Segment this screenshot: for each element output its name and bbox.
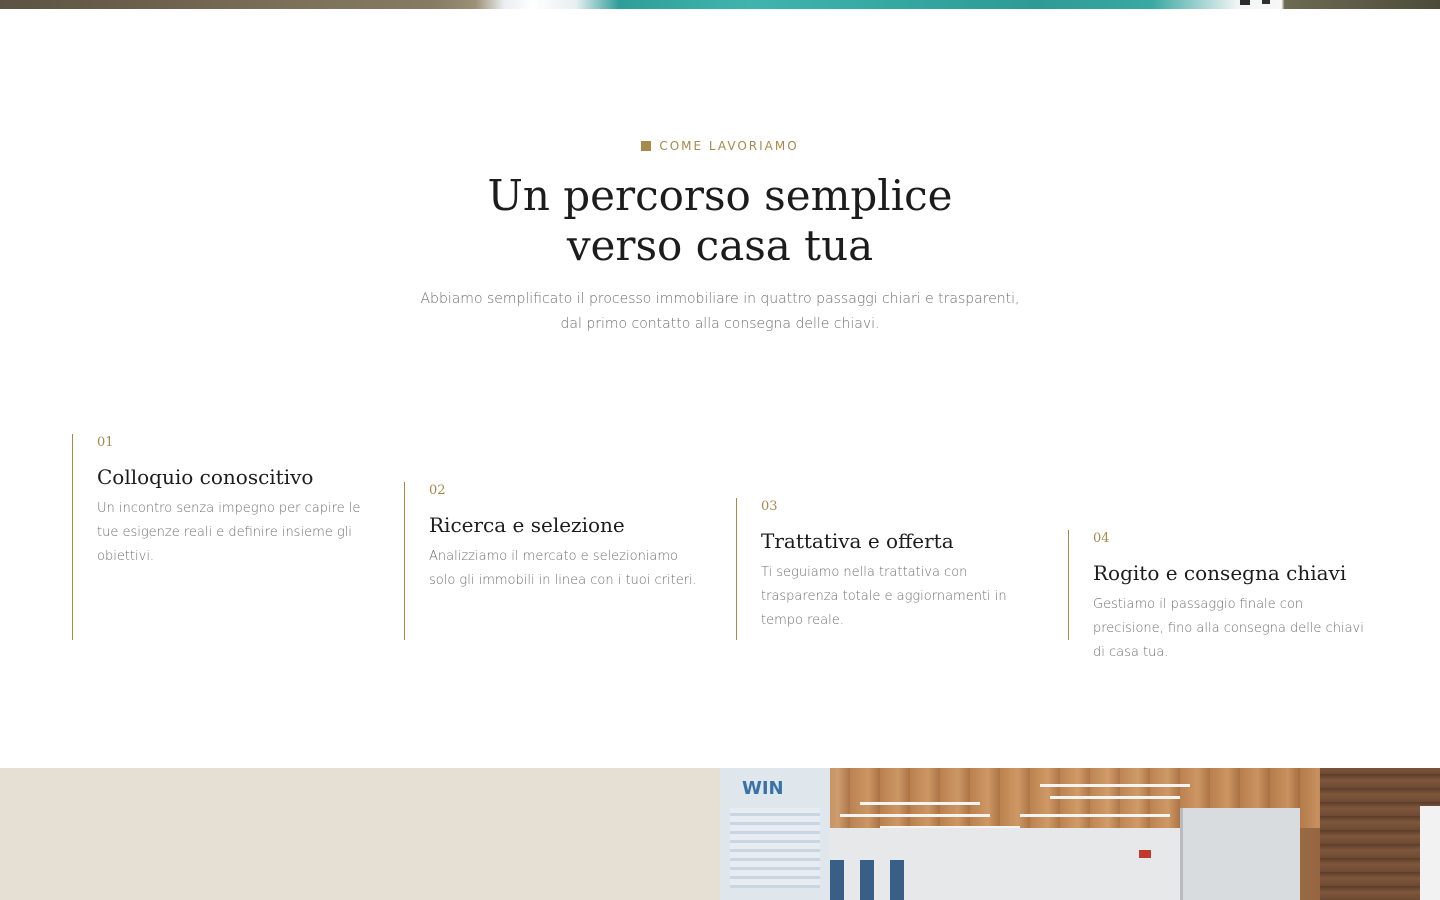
step-number: 04 <box>1093 531 1110 546</box>
section-subtitle: Abbiamo semplificato il processo immobil… <box>420 291 1020 332</box>
square-bullet-icon <box>641 141 652 151</box>
step-card-2: 02 Ricerca e selezione Analizziamo il me… <box>404 482 704 640</box>
section-title: Un percorso semplice verso casa tua <box>0 171 1440 271</box>
step-card-1: 01 Colloquio conoscitivo Un incontro sen… <box>72 434 372 640</box>
eyebrow-label: COME LAVORIAMO <box>659 139 799 153</box>
step-description: Analizziamo il mercato e selezioniamo so… <box>429 549 697 588</box>
section-title-line1: Un percorso semplice <box>487 171 953 220</box>
beige-content-panel <box>0 768 720 900</box>
step-description: Gestiamo il passaggio finale con precisi… <box>1093 597 1364 660</box>
step-description: Ti seguiamo nella trattativa con traspar… <box>761 565 1007 628</box>
step-title: Ricerca e selezione <box>429 513 625 537</box>
office-wall-sign: WIN <box>742 778 784 799</box>
hero-image-strip <box>0 0 1440 9</box>
step-number: 03 <box>761 499 778 514</box>
step-description: Un incontro senza impegno per capire le … <box>97 501 361 564</box>
step-title: Trattativa e offerta <box>761 529 954 553</box>
step-card-4: 04 Rogito e consegna chiavi Gestiamo il … <box>1068 530 1368 660</box>
step-number: 02 <box>429 483 446 498</box>
section-title-line2: verso casa tua <box>566 221 874 270</box>
section-eyebrow: COME LAVORIAMO <box>0 139 1440 153</box>
office-photo: WIN <box>720 768 1440 900</box>
step-number: 01 <box>97 435 114 450</box>
step-card-3: 03 Trattativa e offerta Ti seguiamo nell… <box>736 498 1036 640</box>
step-title: Rogito e consegna chiavi <box>1093 561 1347 585</box>
step-title: Colloquio conoscitivo <box>97 465 314 489</box>
